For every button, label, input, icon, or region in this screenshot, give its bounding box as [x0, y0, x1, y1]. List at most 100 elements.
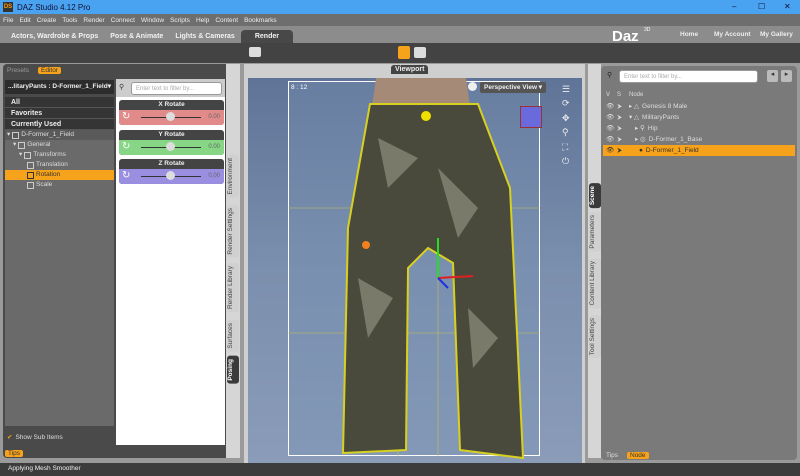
side-tab-posing[interactable]: Posing [227, 356, 239, 384]
search-icon: ⚲ [607, 72, 613, 79]
select-icon: ⮞ [617, 147, 622, 154]
scene-node[interactable]: 👁 ⮞ ▸ ◎ D-Former_1_Base [603, 134, 795, 145]
slider-knob [166, 112, 175, 121]
eye-icon: 👁 [606, 125, 615, 132]
z-rotate-slider[interactable]: Z Rotate ↻ 0.00 [119, 159, 224, 184]
menu-tools[interactable]: Tools [62, 17, 77, 24]
scene-node[interactable]: 👁 ⮞ ▸ △ Genesis 8 Male [603, 101, 795, 112]
link-my-account[interactable]: My Account [714, 31, 751, 38]
slider-knob [166, 142, 175, 151]
x-rotate-slider[interactable]: X Rotate ↻ 0.00 [119, 100, 224, 125]
category-all[interactable]: All [5, 97, 114, 108]
tab-presets[interactable]: Presets [7, 67, 29, 74]
viewport-tab[interactable]: Viewport [391, 65, 429, 74]
tips-tab[interactable]: Tips [5, 450, 24, 457]
eye-icon: 👁 [606, 147, 615, 154]
view-cube[interactable] [520, 106, 542, 128]
link-my-gallery[interactable]: My Gallery [760, 31, 793, 38]
frame-icon[interactable]: ⛶ [562, 142, 568, 153]
menu-help[interactable]: Help [196, 17, 209, 24]
column-visible[interactable]: V [606, 92, 610, 98]
menu-content[interactable]: Content [215, 17, 238, 24]
menu-file[interactable]: File [3, 17, 13, 24]
draw-style-icon[interactable] [468, 82, 477, 91]
tree-item[interactable]: ▾ Transforms [5, 150, 114, 160]
viewport-canvas[interactable]: 8 : 12 Perspective View ▾ ☰ ⟳ ✥ ⚲ ⛶ ⏻ [248, 78, 582, 466]
menu-edit[interactable]: Edit [19, 17, 30, 24]
tab-render[interactable]: Render [240, 30, 293, 43]
menu-icon[interactable]: ☰ [562, 84, 570, 95]
status-bar: Applying Mesh Smoother [0, 463, 800, 476]
tab-pose-animate[interactable]: Pose & Animate [104, 30, 169, 43]
select-icon: ⮞ [617, 125, 622, 132]
menu-bookmarks[interactable]: Bookmarks [244, 17, 277, 24]
tab-tips[interactable]: Tips [606, 452, 618, 459]
main-tabs: Actors, Wardrobe & Props Pose & Animate … [0, 26, 800, 45]
side-tab-render-settings[interactable]: Render Settings [227, 205, 239, 258]
side-tab-scene[interactable]: Scene [589, 183, 601, 209]
tree-item[interactable]: Scale [5, 180, 114, 190]
left-side-tabs [226, 64, 240, 458]
show-sub-items-checkbox[interactable]: ✔ Show Sub Items [7, 433, 63, 442]
menu-bar: File Edit Create Tools Render Connect Wi… [0, 14, 800, 26]
category-currently-used[interactable]: Currently Used [5, 119, 114, 130]
side-tab-tool-settings[interactable]: Tool Settings [589, 315, 601, 359]
pan-icon[interactable]: ✥ [562, 113, 570, 124]
toolbar [0, 43, 800, 63]
tree-item[interactable]: ▾ General [5, 140, 114, 150]
side-tab-parameters[interactable]: Parameters [589, 212, 601, 252]
tab-actors[interactable]: Actors, Wardrobe & Props [5, 30, 104, 43]
menu-create[interactable]: Create [37, 17, 57, 24]
orbit-icon[interactable]: ⟳ [562, 98, 570, 109]
minimize-button[interactable]: – [732, 2, 736, 11]
maximize-button[interactable]: ☐ [758, 2, 765, 11]
node-selector[interactable]: ...litaryPants : D-Former_1_Field ▾ [5, 80, 114, 94]
tab-editor[interactable]: Editor [38, 67, 61, 74]
tree-item-selected[interactable]: Rotation [5, 170, 114, 180]
scene-node[interactable]: 👁 ⮞ ▾ △ MilitaryPants [603, 112, 795, 123]
previous-button[interactable]: ◂ [767, 70, 778, 82]
menu-connect[interactable]: Connect [111, 17, 135, 24]
menu-render[interactable]: Render [83, 17, 104, 24]
scene-node-selected[interactable]: 👁 ⮞ ● D-Former_1_Field [603, 145, 795, 156]
render-icon[interactable] [398, 46, 410, 59]
side-tab-render-library[interactable]: Render Library [227, 263, 239, 312]
search-icon: ⚲ [119, 84, 125, 91]
zoom-icon[interactable]: ⚲ [562, 127, 569, 138]
tab-lights-cameras[interactable]: Lights & Cameras [169, 30, 241, 43]
status-text: Applying Mesh Smoother [8, 465, 81, 472]
scene-filter-input[interactable]: Enter text to filter by... [619, 70, 758, 83]
link-home[interactable]: Home [680, 31, 698, 38]
eye-icon: 👁 [606, 114, 615, 121]
side-tab-environment[interactable]: Environment [227, 155, 239, 198]
side-tab-content-library[interactable]: Content Library [589, 258, 601, 309]
select-icon: ⮞ [617, 136, 622, 143]
category-favorites[interactable]: Favorites [5, 108, 114, 119]
category-list: All Favorites Currently Used [5, 97, 114, 130]
eye-icon: 👁 [606, 103, 615, 110]
reset-view-icon[interactable]: ⏻ [562, 156, 569, 167]
tree-item[interactable]: ▾ D-Former_1_Field [5, 130, 114, 140]
title-bar: DS DAZ Studio 4.12 Pro – ☐ ✕ [0, 0, 800, 14]
side-tab-surfaces[interactable]: Surfaces [227, 320, 239, 352]
property-tree: ▾ D-Former_1_Field ▾ General ▾ Transforms T… [5, 130, 114, 426]
column-selectable[interactable]: S [617, 92, 621, 98]
next-button[interactable]: ▸ [781, 70, 792, 82]
y-rotate-slider[interactable]: Y Rotate ↻ 0.00 [119, 130, 224, 155]
daz-logo-superscript: 3D [644, 27, 651, 33]
render-settings-icon[interactable] [414, 47, 426, 58]
tab-node[interactable]: Node [627, 452, 649, 459]
camera-icon[interactable] [249, 47, 261, 57]
checkmark-icon: ✔ [7, 434, 13, 441]
param-filter-input[interactable]: Enter text to filter by... [131, 82, 222, 95]
reset-icon: ↻ [122, 141, 131, 152]
menu-scripts[interactable]: Scripts [170, 17, 190, 24]
scene-node[interactable]: 👁 ⮞ ▸ ⚲ Hip [603, 123, 795, 134]
select-icon: ⮞ [617, 114, 622, 121]
menu-window[interactable]: Window [141, 17, 164, 24]
tree-item[interactable]: Translation [5, 160, 114, 170]
close-button[interactable]: ✕ [784, 2, 791, 11]
window-title: DAZ Studio 4.12 Pro [17, 3, 91, 12]
view-selector[interactable]: Perspective View ▾ [480, 82, 547, 93]
column-node[interactable]: Node [629, 92, 643, 98]
